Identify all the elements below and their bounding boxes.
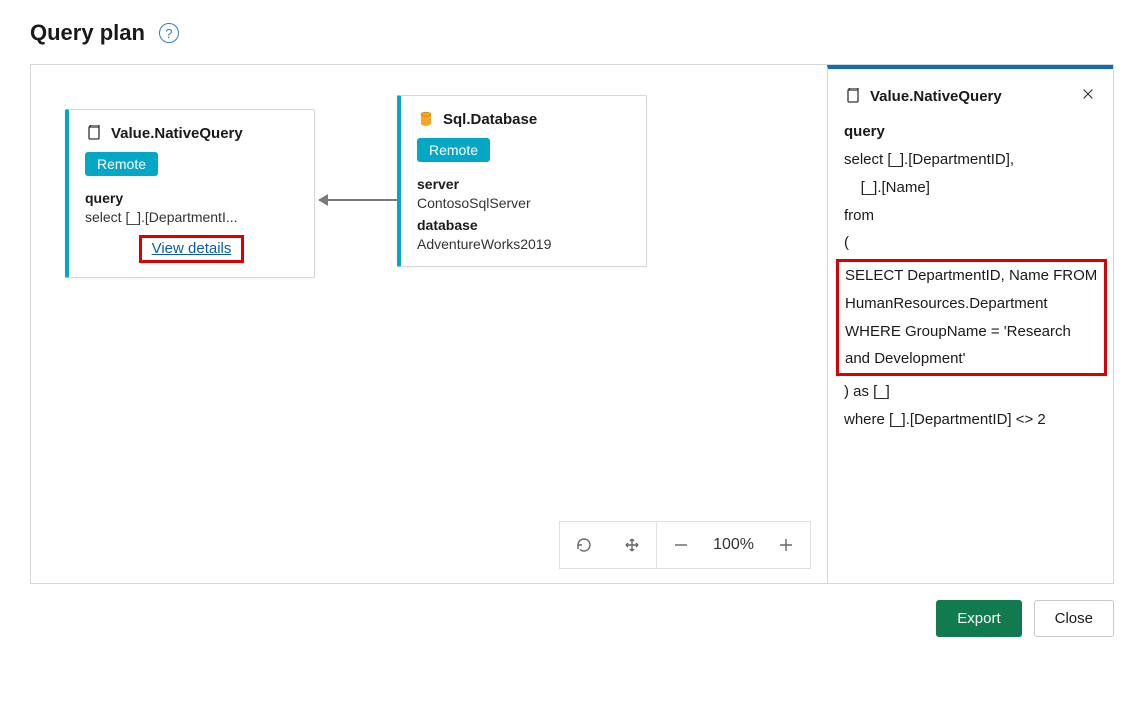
native-query-icon bbox=[85, 124, 103, 142]
fit-view-button[interactable] bbox=[608, 522, 656, 568]
query-preview: select [_].[DepartmentI... bbox=[85, 209, 298, 225]
remote-badge: Remote bbox=[85, 152, 158, 176]
server-value: ContosoSqlServer bbox=[417, 195, 630, 211]
database-icon bbox=[417, 110, 435, 128]
help-icon[interactable]: ? bbox=[159, 23, 179, 43]
node-value-nativequery[interactable]: Value.NativeQuery Remote query select [_… bbox=[65, 109, 315, 278]
zoom-controls: 100% bbox=[559, 521, 811, 569]
zoom-out-button[interactable] bbox=[657, 522, 705, 568]
query-label: query bbox=[85, 190, 298, 206]
query-highlight: SELECT DepartmentID, Name FROM HumanReso… bbox=[836, 259, 1107, 376]
node-header: Sql.Database bbox=[417, 110, 630, 128]
flow-arrow bbox=[319, 199, 397, 201]
reset-view-button[interactable] bbox=[560, 522, 608, 568]
view-details-highlight: View details bbox=[139, 235, 245, 263]
node-header: Value.NativeQuery bbox=[85, 124, 298, 142]
details-query-label: query bbox=[844, 123, 1099, 140]
export-button[interactable]: Export bbox=[936, 600, 1021, 637]
remote-badge: Remote bbox=[417, 138, 490, 162]
zoom-level: 100% bbox=[705, 522, 762, 568]
dialog-footer: Export Close bbox=[30, 600, 1114, 637]
zoom-in-button[interactable] bbox=[762, 522, 810, 568]
close-button[interactable]: Close bbox=[1034, 600, 1114, 637]
details-query-text: select [_].[DepartmentID], [_].[Name] fr… bbox=[844, 146, 1099, 434]
close-icon[interactable] bbox=[1081, 87, 1099, 105]
view-details-link[interactable]: View details bbox=[152, 240, 232, 257]
workspace: Value.NativeQuery Remote query select [_… bbox=[30, 64, 1114, 584]
query-post: ) as [_] where [_].[DepartmentID] <> 2 bbox=[844, 378, 1099, 434]
details-title: Value.NativeQuery bbox=[844, 87, 1002, 105]
dialog-header: Query plan ? bbox=[30, 20, 1114, 46]
node-title: Sql.Database bbox=[443, 111, 537, 128]
page-title: Query plan bbox=[30, 20, 145, 46]
database-label: database bbox=[417, 217, 630, 233]
server-label: server bbox=[417, 176, 630, 192]
native-query-icon bbox=[844, 87, 862, 105]
node-title: Value.NativeQuery bbox=[111, 125, 243, 142]
query-plan-canvas[interactable]: Value.NativeQuery Remote query select [_… bbox=[31, 65, 827, 583]
node-sql-database[interactable]: Sql.Database Remote server ContosoSqlSer… bbox=[397, 95, 647, 267]
query-pre: select [_].[DepartmentID], [_].[Name] fr… bbox=[844, 146, 1099, 257]
details-panel: Value.NativeQuery query select [_].[Depa… bbox=[827, 65, 1113, 583]
database-value: AdventureWorks2019 bbox=[417, 236, 630, 252]
